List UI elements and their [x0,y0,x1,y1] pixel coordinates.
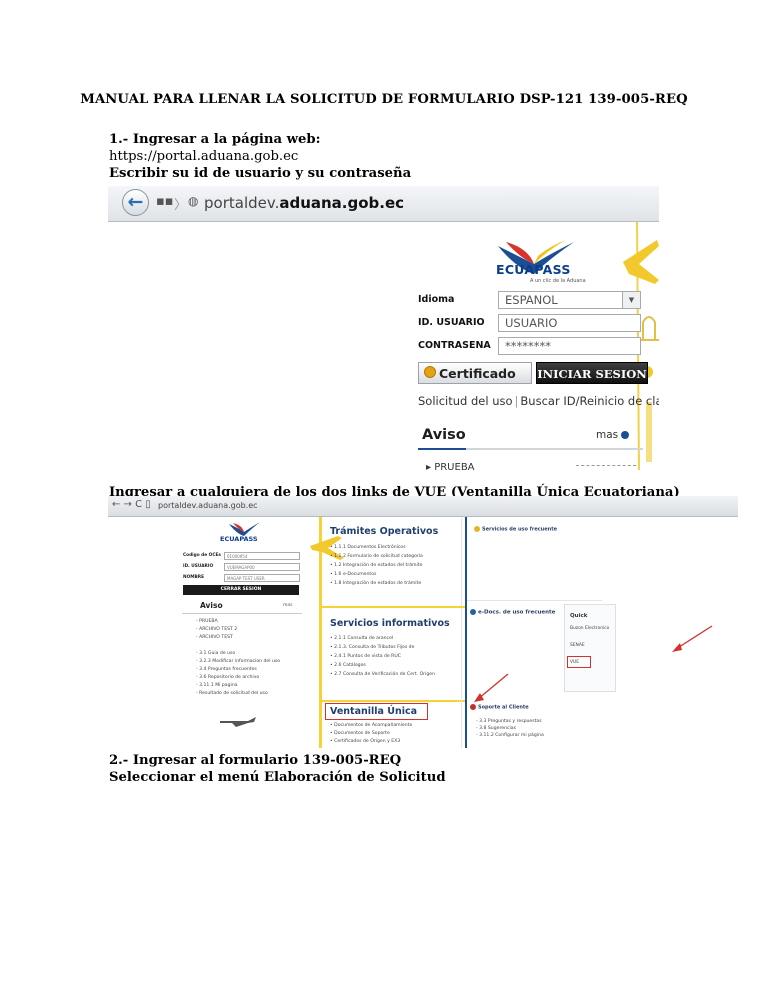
nombre-label: NOMBRE [183,575,205,580]
address-bar: portaldev.aduana.gob.ec [204,194,405,212]
login-links: Solicitud del uso | Buscar ID/Reinicio de … [418,394,659,408]
aviso-title: Aviso [422,427,466,443]
mas-link[interactable]: mas [596,429,630,441]
login-screenshot: ← ▪▪ 〉 ◍ portaldev.aduana.gob.ec ECUAPAS… [108,186,659,470]
soporte-item[interactable]: - 3.8 Sugerencias [476,726,516,731]
yellow-divider [320,700,465,702]
edocs-title: e-Docs. de uso frecuente [470,609,555,616]
tramites-item[interactable]: • 1.1.2 Formulario de solicitud categorí… [330,554,423,559]
globe-icon: ◍ [188,194,199,208]
quick-item-buzon[interactable]: Buzon Electronico [570,626,609,631]
aviso-item[interactable]: - PRUEBA [196,619,218,624]
yellow-divider [320,606,465,608]
step1-instruction: Escribir su id de usuario y su contraseñ… [109,166,412,181]
chevron-down-icon: ▼ [622,292,640,308]
tramites-item[interactable]: • 1.8 Integración de estados de trámite [330,581,421,586]
help-item[interactable]: - 3.11.1 Mi pagina [196,683,238,688]
ventanilla-item[interactable]: • Documentos de Soporte [330,731,390,736]
iniciar-sesion-button[interactable]: INICIAR SESION [536,362,648,384]
divider [467,600,602,601]
usuario-label: ID. USUARIO [418,317,485,328]
arrow-icon [474,673,509,702]
edocs-icon [470,609,476,615]
aviso-item[interactable]: - ARCHIVO TEST [196,635,233,640]
servicios-frecuente-title: Servicios de uso frecuente [474,526,557,533]
help-item[interactable]: - Resultado de solicitud del uso [196,691,268,696]
solicitud-uso-link[interactable]: Solicitud del uso [418,394,513,408]
quick-item-senae[interactable]: SENAE [570,643,585,648]
aviso-divider [418,448,643,450]
logo-text: ECUAPASS [220,535,258,543]
more-dot-icon [621,431,630,439]
airplane-icon [220,717,256,727]
divider [461,517,462,748]
idioma-select[interactable]: ESPANOL ▼ [498,291,641,309]
idioma-label: Idioma [418,294,455,305]
soporte-item[interactable]: - 3.3 Preguntas y respuestas [476,719,542,724]
quick-panel: Quick Buzon Electronico SENAE VUE [564,604,616,692]
aviso-title: Aviso [200,601,223,610]
soporte-title: Soporte al Cliente [470,704,529,711]
tramites-item[interactable]: • 1.2 Integración de estados del trámite [330,563,422,568]
step2-instruction: Seleccionar el menú Elaboración de Solic… [109,770,446,785]
servicios-item[interactable]: • 2.1.3. Consulta de Tributos Fijos de [330,645,414,650]
step2-heading: 2.- Ingresar al formulario 139-005-REQ [109,753,402,768]
certificado-button[interactable]: Certificado [418,362,532,384]
blue-divider [465,517,467,748]
highlight-box [567,656,591,668]
step1-heading: 1.- Ingresar a la página web: [109,132,321,147]
cerrar-sesion-button[interactable]: CERRAR SESION [183,585,299,595]
help-item[interactable]: - 3.6 Repositorio de archivo [196,675,259,680]
codigo-label: Codigo de OCEs [183,553,221,558]
buscar-id-link[interactable]: Buscar ID/Reinicio de clave [520,394,659,408]
chevron-right-icon: 〉 [174,198,188,213]
navigation-arrows-icon: ← → C ▯ [112,499,151,510]
address-bar: portaldev.aduana.gob.ec [158,501,258,510]
contrasena-label: CONTRASENA [418,340,491,351]
usuario-label: ID. USUARIO [183,564,214,569]
codigo-select[interactable]: 01000954 [224,552,300,560]
servicios-item[interactable]: • 2.7 Consulta de Verificación de Cert. … [330,672,435,677]
aviso-item[interactable]: ▸ PRUEBA [426,462,475,470]
mas-link[interactable]: mas [283,603,293,608]
logo-text: ECUAPASS [496,262,571,277]
tramites-title: Trámites Operativos [330,526,439,537]
browser-toolbar: ← → C ▯ portaldev.aduana.gob.ec [108,496,738,517]
medal-icon [424,366,436,378]
back-arrow-icon: ← [122,189,149,216]
divider [576,465,636,466]
help-item[interactable]: - 3.2.3 Modificar informacion del uso [196,659,280,664]
star-icon [474,526,480,532]
aviso-divider [182,613,302,614]
servicios-informativos-title: Servicios informativos [330,618,450,629]
user-panel: ECUAPASS Codigo de OCEs 01000954 ID. USU… [108,517,318,748]
browser-toolbar: ← ▪▪ 〉 ◍ portaldev.aduana.gob.ec [108,186,659,222]
contrasena-input[interactable]: ******** [498,337,641,355]
soporte-item[interactable]: - 3.11.2 Configurar mi página [476,733,544,738]
step1-url: https://portal.aduana.gob.ec [109,149,299,164]
usuario-field: VUEMAGAP00 [224,563,300,571]
tramites-item[interactable]: • 1.6 e-Documentos [330,572,376,577]
arrow-icon [672,625,713,652]
nombre-field: MAGAP TEST USER [224,574,300,582]
folder-icon: ▪▪ [156,194,174,209]
ventanilla-item[interactable]: • Documentos de Acompañamiento [330,723,412,728]
highlight-box [325,703,428,720]
help-item[interactable]: - 3.1 Guia de uso [196,651,235,656]
servicios-item[interactable]: • 2.1.1 Consulta de arancel [330,636,393,641]
help-item[interactable]: - 3.4 Preguntas frecuentes [196,667,257,672]
usuario-input[interactable]: USUARIO [498,314,641,332]
quick-title: Quick [570,613,588,619]
logo-tagline: A un clic de la Aduana [530,278,586,284]
ventanilla-item[interactable]: • Certificados de Origen y EX3 [330,739,400,744]
dashboard-screenshot: ← → C ▯ portaldev.aduana.gob.ec ECUAPASS… [108,496,738,748]
support-icon [470,704,476,710]
servicios-item[interactable]: • 2.4.1 Puntos de vista de RUC [330,654,401,659]
servicios-item[interactable]: • 2.6 Catálogos [330,663,366,668]
tramites-item[interactable]: • 1.1.1 Documentos Electrónicos [330,545,406,550]
document-title: MANUAL PARA LLENAR LA SOLICITUD DE FORMU… [80,92,688,107]
aviso-item[interactable]: - ARCHIVO TEST 2 [196,627,237,632]
